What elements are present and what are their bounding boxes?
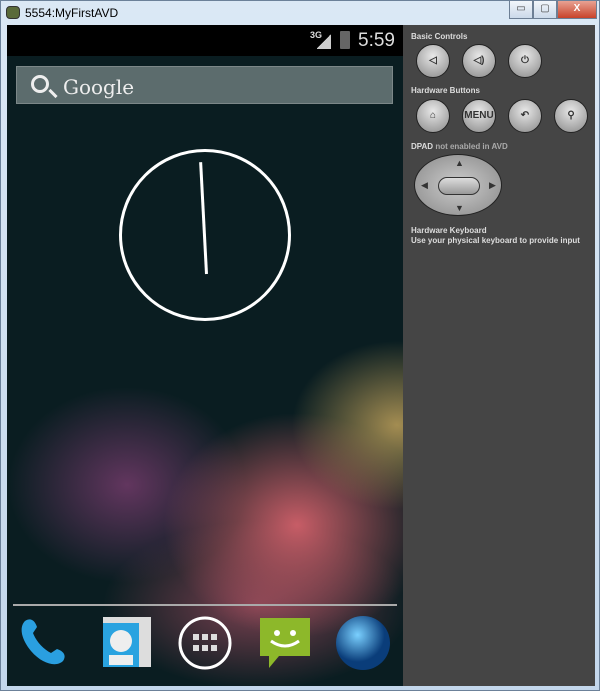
dpad-down-icon[interactable]: ▼ — [455, 203, 464, 213]
volume-up-button[interactable]: ◁) — [462, 44, 496, 78]
google-search-bar[interactable]: Google — [16, 66, 393, 104]
dock — [7, 615, 403, 675]
dpad-label: DPAD — [411, 142, 434, 151]
hardware-buttons-heading: Hardware Buttons — [411, 86, 480, 95]
basic-controls-heading: Basic Controls — [411, 32, 468, 41]
status-time: 5:59 — [358, 30, 395, 51]
close-button[interactable]: X — [557, 1, 597, 19]
dpad-status: not enabled in AVD — [435, 142, 508, 151]
emulator-window: 5554:MyFirstAVD ▭ ▢ X 3G 5:59 Google Bas… — [0, 0, 600, 691]
dpad-right-icon[interactable]: ▶ — [489, 180, 496, 191]
search-label: Google — [63, 75, 135, 99]
search-button[interactable]: ⚲ — [554, 99, 588, 133]
minimize-button[interactable]: ▭ — [509, 1, 533, 19]
dpad-left-icon[interactable]: ◀ — [421, 180, 428, 191]
browser-icon[interactable] — [335, 615, 391, 671]
dpad[interactable]: ▲ ▼ ◀ ▶ — [414, 154, 502, 216]
home-button[interactable]: ⌂ — [416, 99, 450, 133]
status-bar: 3G 5:59 — [7, 25, 403, 56]
app-drawer-icon[interactable] — [177, 615, 233, 671]
maximize-button[interactable]: ▢ — [533, 1, 557, 19]
dock-divider — [13, 604, 397, 606]
power-button[interactable]: ⏻ — [508, 44, 542, 78]
menu-button[interactable]: MENU — [462, 99, 496, 133]
analog-clock-widget[interactable] — [119, 149, 291, 321]
dpad-center-button[interactable] — [438, 177, 480, 195]
hardware-keyboard-heading: Hardware Keyboard — [411, 226, 487, 235]
clock-hand — [199, 162, 208, 275]
dpad-up-icon[interactable]: ▲ — [455, 158, 464, 168]
android-app-icon — [6, 6, 20, 19]
phone-icon[interactable] — [17, 615, 73, 671]
search-icon — [31, 75, 49, 93]
hardware-keyboard-description: Use your physical keyboard to provide in… — [411, 236, 580, 245]
signal-icon — [317, 33, 331, 49]
android-screen[interactable]: 3G 5:59 Google — [7, 25, 403, 686]
volume-down-button[interactable]: ◁ — [416, 44, 450, 78]
battery-icon — [340, 31, 350, 49]
window-title: 5554:MyFirstAVD — [25, 6, 119, 20]
title-bar: 5554:MyFirstAVD ▭ ▢ X — [1, 1, 599, 25]
messaging-icon[interactable] — [257, 615, 313, 671]
back-button[interactable]: ↶ — [508, 99, 542, 133]
contacts-icon[interactable] — [99, 615, 155, 671]
controls-panel: Basic Controls ◁ ◁) ⏻ Hardware Buttons ⌂… — [403, 25, 595, 686]
